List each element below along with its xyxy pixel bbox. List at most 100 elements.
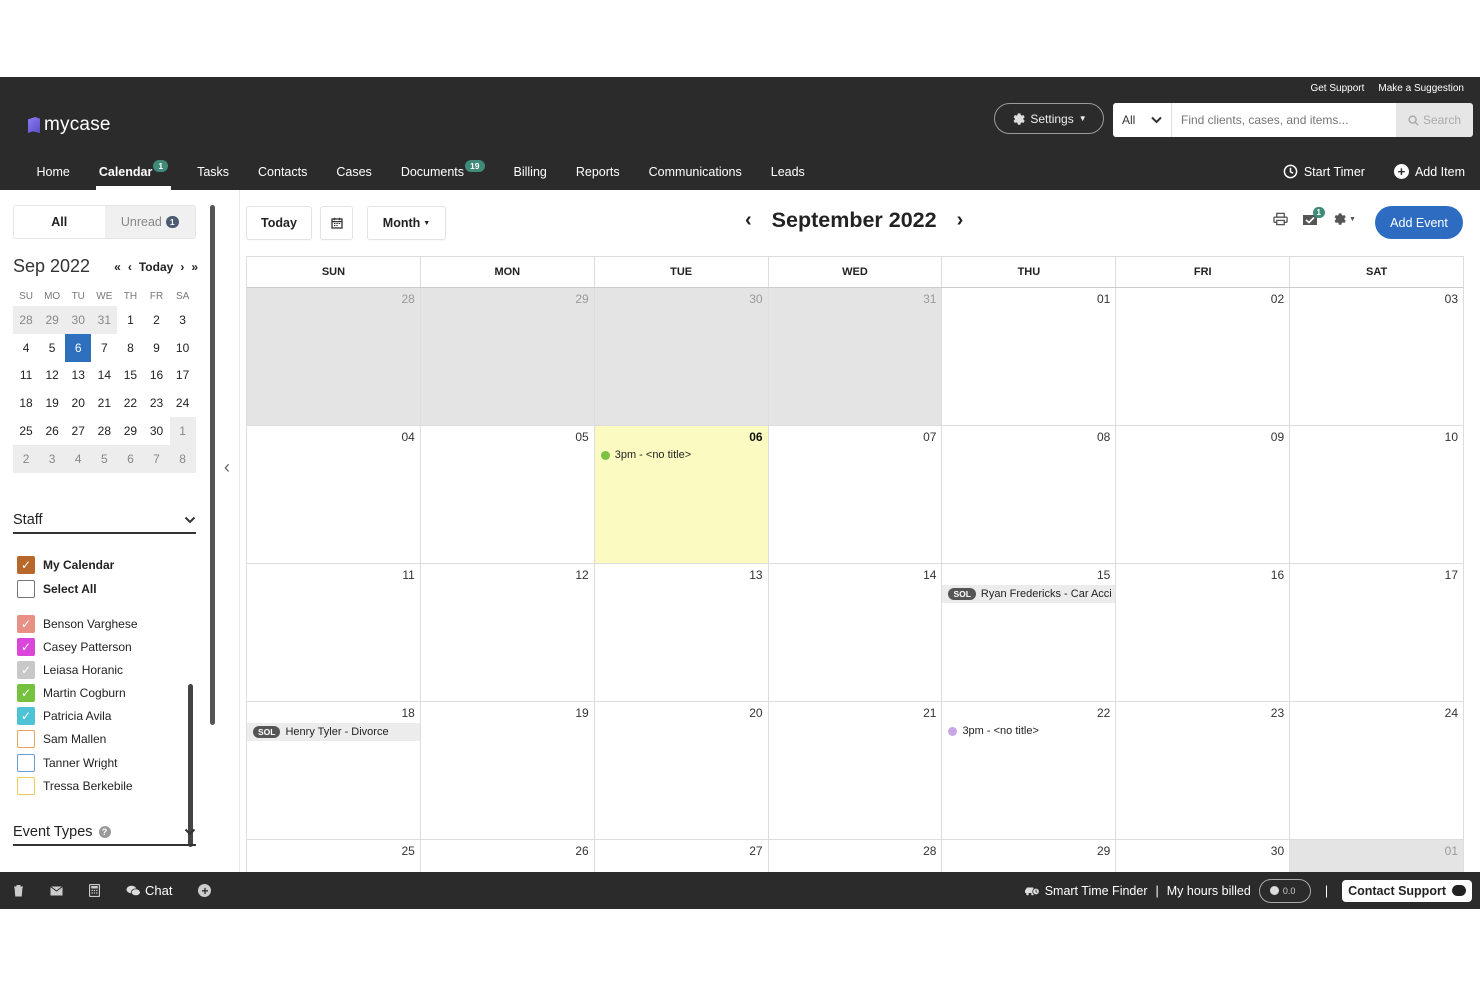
mini-day-selected[interactable]: 6 xyxy=(65,333,92,362)
logo[interactable]: mycase xyxy=(28,114,111,136)
nav-communications[interactable]: Communications xyxy=(634,153,756,190)
day-cell[interactable]: 30 xyxy=(1116,840,1291,872)
help-icon[interactable]: ? xyxy=(98,826,111,838)
nav-contacts[interactable]: Contacts xyxy=(244,153,322,190)
mini-day[interactable]: 7 xyxy=(143,444,170,473)
mini-day[interactable]: 19 xyxy=(39,389,65,417)
mini-day[interactable]: 30 xyxy=(143,417,169,445)
mini-day[interactable]: 1 xyxy=(169,417,196,445)
next-month-button[interactable]: › xyxy=(957,209,964,232)
sol-event[interactable]: SOL Henry Tyler - Divorce xyxy=(247,723,420,741)
staff-checkbox[interactable]: Tressa Berkebile xyxy=(17,777,133,795)
mini-day[interactable]: 5 xyxy=(39,334,65,362)
sol-event[interactable]: SOL Ryan Fredericks - Car Acci xyxy=(942,585,1116,603)
next-month-icon[interactable]: › xyxy=(180,260,184,274)
envelope-icon[interactable] xyxy=(50,885,63,896)
day-cell[interactable]: 09 xyxy=(1116,426,1291,563)
mini-day[interactable]: 30 xyxy=(65,306,92,334)
day-cell[interactable]: 28 xyxy=(768,840,943,872)
mini-today-button[interactable]: Today xyxy=(139,260,173,274)
day-cell[interactable]: 13 xyxy=(594,564,769,701)
mini-day[interactable]: 22 xyxy=(117,389,143,417)
event-types-section-header[interactable]: Event Types ? xyxy=(13,820,196,846)
day-cell[interactable]: 01 xyxy=(1290,840,1464,872)
hours-billed-toggle[interactable]: 0.0 xyxy=(1258,878,1311,903)
mini-day[interactable]: 2 xyxy=(13,444,40,473)
add-event-button[interactable]: Add Event xyxy=(1375,206,1463,239)
mini-day[interactable]: 15 xyxy=(117,362,143,390)
view-select-button[interactable]: Month ▼ xyxy=(367,206,446,240)
prev-year-icon[interactable]: « xyxy=(114,260,121,274)
day-cell[interactable]: 19 xyxy=(420,702,595,839)
today-button[interactable]: Today xyxy=(246,206,312,240)
day-cell[interactable]: 12 xyxy=(420,564,595,701)
day-cell[interactable]: 02 xyxy=(1116,288,1291,425)
notifications-button[interactable]: 1 xyxy=(1302,206,1325,226)
day-cell-today[interactable]: 06 3pm - <no title> xyxy=(594,426,769,563)
make-suggestion-link[interactable]: Make a Suggestion xyxy=(1378,83,1464,94)
nav-tasks[interactable]: Tasks xyxy=(183,153,244,190)
day-cell[interactable]: 17 xyxy=(1290,564,1464,701)
nav-home[interactable]: Home xyxy=(22,153,84,190)
mini-day[interactable]: 6 xyxy=(117,444,144,473)
tab-unread[interactable]: Unread 1 xyxy=(104,206,195,238)
print-icon[interactable] xyxy=(1273,212,1288,226)
mini-day[interactable]: 17 xyxy=(170,362,196,390)
search-button[interactable]: Search xyxy=(1396,103,1473,137)
staff-checkbox[interactable]: ✓ Leiasa Horanic xyxy=(17,661,123,679)
calendar-event[interactable]: 3pm - <no title> xyxy=(948,725,1111,737)
mini-day[interactable]: 28 xyxy=(13,306,40,334)
day-cell[interactable]: 11 xyxy=(247,564,421,701)
my-calendar-checkbox[interactable]: ✓ My Calendar xyxy=(17,556,114,574)
mini-day[interactable]: 4 xyxy=(65,444,92,473)
day-cell[interactable]: 28 xyxy=(247,288,421,425)
mini-day[interactable]: 10 xyxy=(170,334,196,362)
next-year-icon[interactable]: » xyxy=(191,260,198,274)
mini-day[interactable]: 24 xyxy=(170,389,196,417)
nav-calendar[interactable]: Calendar 1 xyxy=(84,153,182,190)
mini-day[interactable]: 16 xyxy=(143,362,169,390)
prev-month-icon[interactable]: ‹ xyxy=(128,260,132,274)
add-item-button[interactable]: + Add Item xyxy=(1393,164,1465,179)
mini-day[interactable]: 26 xyxy=(39,417,65,445)
mini-day[interactable]: 7 xyxy=(91,334,117,362)
search-scope-select[interactable]: All xyxy=(1113,103,1172,137)
day-cell[interactable]: 21 xyxy=(768,702,943,839)
mini-day[interactable]: 9 xyxy=(143,334,169,362)
mini-day[interactable]: 20 xyxy=(65,389,91,417)
mini-day[interactable]: 14 xyxy=(91,362,117,390)
day-cell[interactable]: 14 xyxy=(768,564,943,701)
day-cell[interactable]: 08 xyxy=(942,426,1117,563)
day-cell[interactable]: 07 xyxy=(768,426,943,563)
mini-day[interactable]: 25 xyxy=(13,417,39,445)
mini-day[interactable]: 12 xyxy=(39,362,65,390)
mini-day[interactable]: 1 xyxy=(117,306,143,334)
day-cell[interactable]: 29 xyxy=(942,840,1117,872)
mini-day[interactable]: 13 xyxy=(65,362,91,390)
mini-day[interactable]: 29 xyxy=(39,306,66,334)
collapse-sidebar-icon[interactable]: ‹ xyxy=(224,457,230,478)
mini-day[interactable]: 5 xyxy=(91,444,118,473)
mini-day[interactable]: 27 xyxy=(65,417,91,445)
day-cell[interactable]: 26 xyxy=(420,840,595,872)
mini-day[interactable]: 8 xyxy=(169,444,196,473)
mini-day[interactable]: 2 xyxy=(143,306,169,334)
mini-day[interactable]: 3 xyxy=(39,444,66,473)
day-cell[interactable]: 23 xyxy=(1116,702,1291,839)
smart-time-finder-button[interactable]: Smart Time Finder xyxy=(1024,884,1148,898)
day-cell[interactable]: 30 xyxy=(594,288,769,425)
day-cell[interactable]: 18 SOL Henry Tyler - Divorce xyxy=(247,702,421,839)
day-cell[interactable]: 22 3pm - <no title> xyxy=(942,702,1117,839)
sidebar-scrollbar[interactable] xyxy=(210,205,215,725)
calendar-settings-button[interactable]: ▼ xyxy=(1332,212,1356,226)
nav-cases[interactable]: Cases xyxy=(322,153,386,190)
staff-checkbox[interactable]: ✓ Casey Patterson xyxy=(17,638,132,656)
staff-checkbox[interactable]: ✓ Martin Cogburn xyxy=(17,684,126,702)
day-cell[interactable]: 31 xyxy=(768,288,943,425)
mini-day[interactable]: 18 xyxy=(13,389,39,417)
contact-support-button[interactable]: Contact Support xyxy=(1342,879,1472,902)
search-input[interactable] xyxy=(1172,103,1396,137)
trash-icon[interactable] xyxy=(13,884,24,897)
calculator-icon[interactable] xyxy=(89,884,100,897)
select-all-checkbox[interactable]: Select All xyxy=(17,580,97,598)
